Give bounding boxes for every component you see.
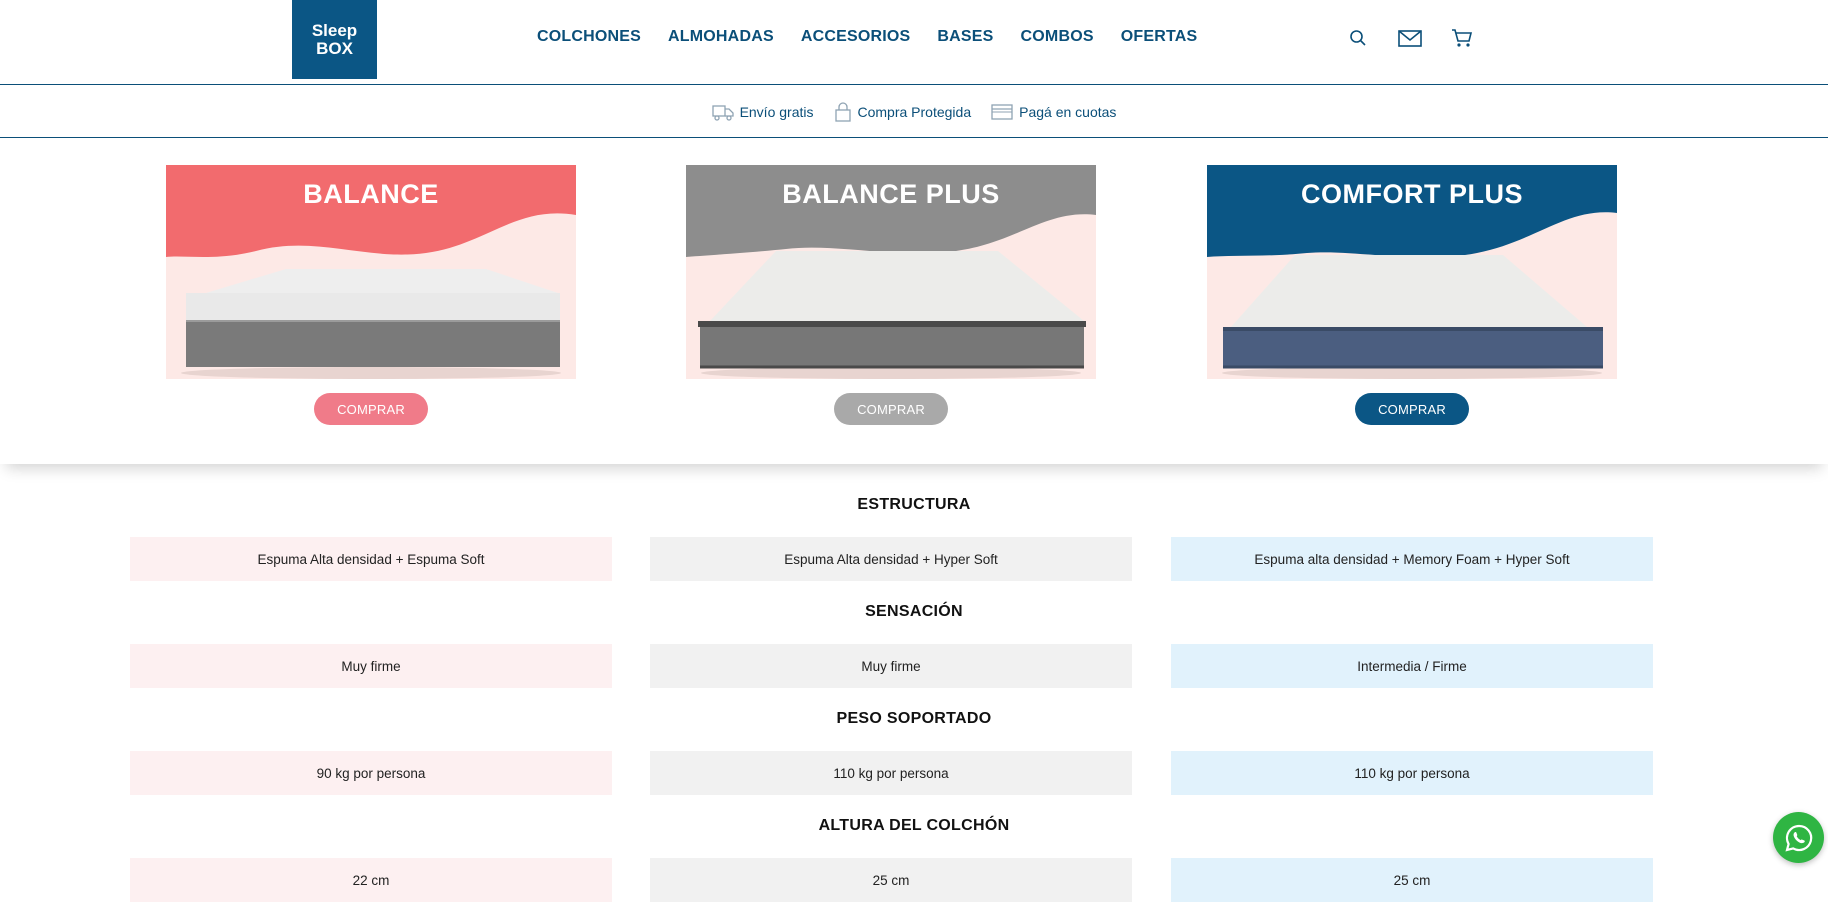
spec-cell: 110 kg por persona	[1171, 751, 1653, 795]
spec-title-peso-soportado: PESO SOPORTADO	[836, 710, 992, 727]
product-card-comfort-plus: COMFORT PLUS COMPRAR	[1207, 165, 1617, 425]
buy-button-comfort-plus[interactable]: COMPRAR	[1355, 393, 1469, 425]
spec-cell: Espuma Alta densidad + Hyper Soft	[650, 537, 1132, 581]
spec-cell: 25 cm	[650, 858, 1132, 902]
spec-cell: Muy firme	[130, 644, 612, 688]
nav-accesorios[interactable]: ACCESORIOS	[801, 28, 911, 46]
spec-cell: Espuma Alta densidad + Espuma Soft	[130, 537, 612, 581]
benefit-installments: Pagá en cuotas	[991, 104, 1116, 120]
nav-colchones[interactable]: COLCHONES	[537, 28, 641, 46]
product-title: BALANCE PLUS	[782, 179, 1000, 209]
benefits-bar: Envío gratis Compra Protegida Pagá en cu…	[0, 86, 1828, 138]
nav-ofertas[interactable]: OFERTAS	[1121, 28, 1198, 46]
benefit-label: Compra Protegida	[857, 103, 972, 120]
buy-button-balance-plus[interactable]: COMPRAR	[834, 393, 948, 425]
spec-title-sensacion: SENSACIÓN	[865, 603, 963, 620]
product-image[interactable]: COMFORT PLUS	[1207, 165, 1617, 379]
spec-cell: Intermedia / Firme	[1171, 644, 1653, 688]
brand-logo[interactable]: Sleep BOX	[292, 0, 377, 79]
truck-icon	[711, 104, 734, 121]
benefit-label: Envío gratis	[739, 103, 814, 120]
lock-icon	[834, 101, 851, 122]
brand-line-1: Sleep	[311, 20, 358, 40]
spec-cell: 25 cm	[1171, 858, 1653, 902]
product-title: COMFORT PLUS	[1301, 179, 1523, 209]
cart-icon[interactable]	[1449, 26, 1475, 50]
buy-button-balance[interactable]: COMPRAR	[314, 393, 428, 425]
site-header: Sleep BOX COLCHONES ALMOHADAS ACCESORIOS…	[0, 0, 1828, 85]
whatsapp-icon	[1784, 824, 1812, 852]
nav-combos[interactable]: COMBOS	[1021, 28, 1094, 46]
product-image[interactable]: BALANCE	[166, 165, 576, 379]
header-icons	[1345, 26, 1501, 50]
spec-cell: Espuma alta densidad + Memory Foam + Hyp…	[1171, 537, 1653, 581]
product-card-balance: BALANCE COMPRAR	[166, 165, 576, 425]
whatsapp-button[interactable]	[1773, 812, 1824, 863]
nav-bases[interactable]: BASES	[937, 28, 993, 46]
product-card-balance-plus: BALANCE PLUS COMPRAR	[686, 165, 1096, 425]
spec-cell: 22 cm	[130, 858, 612, 902]
card-icon	[991, 103, 1013, 120]
spec-cell: Muy firme	[650, 644, 1132, 688]
nav-almohadas[interactable]: ALMOHADAS	[668, 28, 774, 46]
spec-title-altura: ALTURA DEL COLCHÓN	[818, 817, 1010, 834]
product-cards: BALANCE COMPRAR BALANCE PLUS COMPRAR COM…	[0, 138, 1828, 464]
benefit-label: Pagá en cuotas	[1019, 103, 1117, 120]
product-image[interactable]: BALANCE PLUS	[686, 165, 1096, 379]
main-nav: COLCHONES ALMOHADAS ACCESORIOS BASES COM…	[537, 28, 1224, 46]
benefit-protected-purchase: Compra Protegida	[834, 101, 972, 122]
search-icon[interactable]	[1345, 26, 1371, 50]
spec-title-estructura: ESTRUCTURA	[857, 496, 971, 513]
mail-icon[interactable]	[1397, 26, 1423, 50]
benefit-free-shipping: Envío gratis	[711, 103, 814, 121]
spec-cell: 110 kg por persona	[650, 751, 1132, 795]
brand-line-2: BOX	[316, 38, 353, 58]
product-title: BALANCE	[303, 179, 439, 209]
spec-cell: 90 kg por persona	[130, 751, 612, 795]
